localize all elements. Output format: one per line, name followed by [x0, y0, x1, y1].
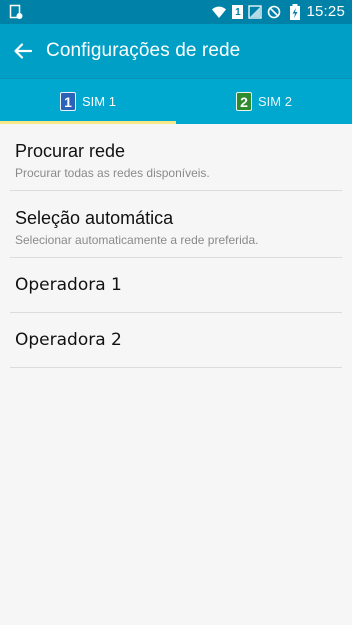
list-item-title: Operadora 1 — [15, 275, 122, 295]
sim2-badge: 2 — [236, 92, 253, 111]
notification-icon — [9, 4, 23, 19]
list-item-search-network[interactable]: Procurar rede Procurar todas as redes di… — [0, 124, 352, 191]
action-bar: Configurações de rede — [0, 24, 352, 78]
no-signal-icon — [248, 5, 263, 19]
list-item-subtitle: Selecionar automaticamente a rede prefer… — [15, 233, 259, 247]
list-item-title: Seleção automática — [15, 208, 174, 228]
list-item-title: Procurar rede — [15, 141, 126, 161]
sim-tabs: 1 SIM 1 2 SIM 2 — [0, 78, 352, 124]
network-settings-list: Procurar rede Procurar todas as redes di… — [0, 124, 352, 368]
status-icons: 1 15:25 — [206, 2, 345, 22]
list-item-operator-1[interactable]: Operadora 1 — [0, 258, 352, 313]
tab-sim2[interactable]: 2 SIM 2 — [176, 79, 352, 124]
wifi-icon — [212, 6, 227, 19]
sim1-badge: 1 — [60, 92, 77, 111]
status-bar: 1 15:25 — [0, 0, 352, 24]
tab-sim1[interactable]: 1 SIM 1 — [0, 79, 176, 124]
do-not-disturb-icon — [268, 5, 281, 19]
clock: 15:25 — [306, 3, 345, 20]
sim1-icon: 1 — [232, 5, 244, 19]
list-item-operator-2[interactable]: Operadora 2 — [0, 313, 352, 368]
list-item-subtitle: Procurar todas as redes disponíveis. — [15, 166, 210, 180]
list-item-automatic-selection[interactable]: Seleção automática Selecionar automatica… — [0, 191, 352, 258]
back-button[interactable] — [0, 24, 46, 78]
tab-label: SIM 2 — [258, 94, 292, 109]
page-title: Configurações de rede — [46, 40, 241, 61]
list-item-title: Operadora 2 — [15, 330, 122, 350]
arrow-left-icon — [14, 43, 32, 59]
tab-label: SIM 1 — [82, 94, 116, 109]
battery-charging-icon — [290, 4, 301, 20]
